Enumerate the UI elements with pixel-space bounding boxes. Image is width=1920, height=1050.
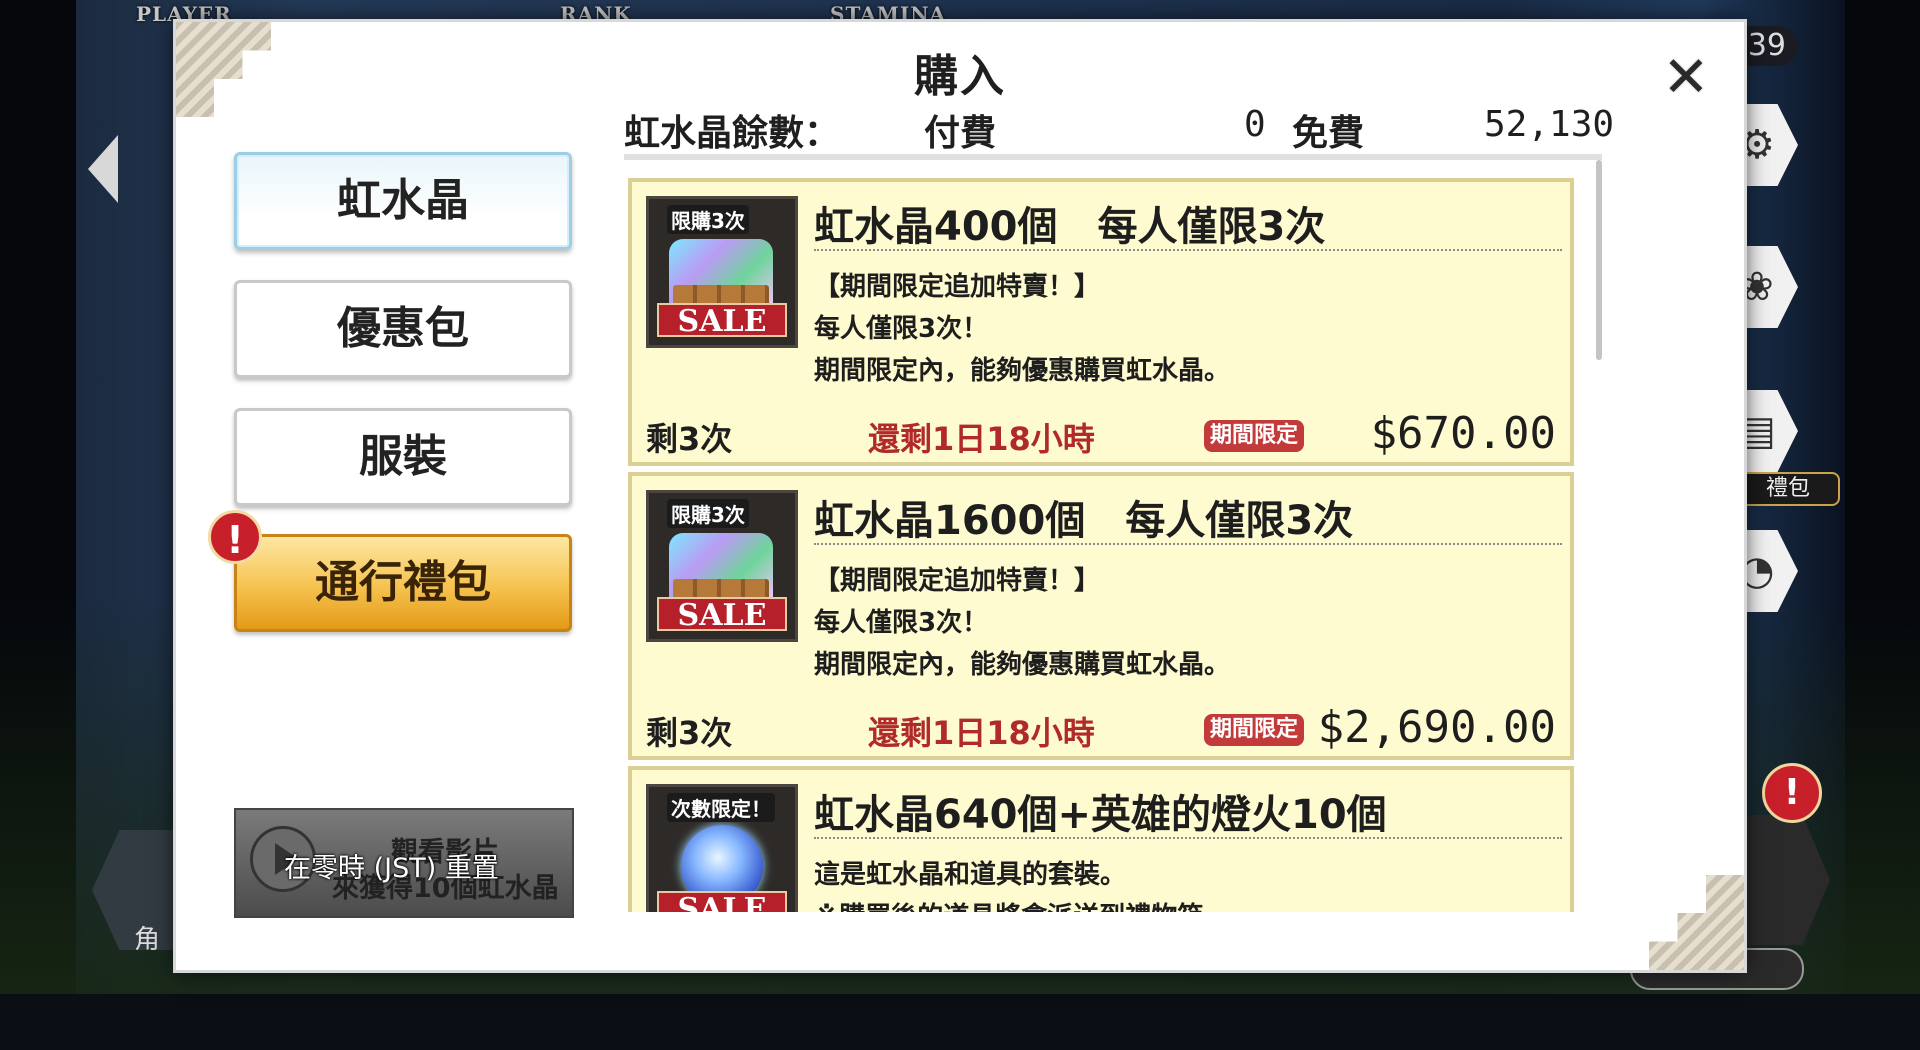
product-card[interactable]: 限購3次 SALE 虹水晶1600個 每人僅限3次 【期間限定追加特賣！】 每人… xyxy=(628,472,1574,760)
product-desc: 期間限定內，能夠優惠購買虹水晶。 xyxy=(814,356,1231,386)
free-label: 免費 xyxy=(1292,113,1365,154)
purchase-limit-tag: 限購3次 xyxy=(667,205,749,234)
list-scrollbar[interactable] xyxy=(1596,160,1602,360)
product-desc: 這是虹水晶和道具的套裝。 xyxy=(814,860,1127,890)
tab-costume[interactable]: 服裝 xyxy=(234,408,572,506)
remaining-count: 剩3次 xyxy=(646,420,733,458)
product-desc: 【期間限定追加特賣！】 xyxy=(814,272,1101,302)
reset-toast: 在零時 (JST) 重置 xyxy=(284,853,499,884)
product-name: 虹水晶1600個 每人僅限3次 xyxy=(814,498,1354,544)
limited-badge: 期間限定 xyxy=(1204,420,1305,452)
crystal-crate-icon xyxy=(669,239,773,315)
alert-icon: ! xyxy=(1762,763,1822,823)
purchase-limit-tag: 次數限定！ xyxy=(667,793,775,822)
crystal-chest-icon xyxy=(669,533,773,609)
sale-badge: SALE xyxy=(657,891,787,912)
divider xyxy=(814,543,1562,545)
time-remaining: 還剩1日18小時 xyxy=(868,714,1095,752)
close-icon[interactable]: ✕ xyxy=(1656,48,1716,108)
product-desc: 期間限定內，能夠優惠購買虹水晶。 xyxy=(814,650,1231,680)
product-name: 虹水晶640個+英雄的燈火10個 xyxy=(814,792,1387,838)
product-desc: 【期間限定追加特賣！】 xyxy=(814,566,1101,596)
dialog-title: 購入 xyxy=(914,51,1006,102)
paid-value: 0 xyxy=(1244,104,1266,145)
alert-icon: ! xyxy=(208,510,262,564)
product-desc: 每人僅限3次！ xyxy=(814,608,989,638)
sale-badge: SALE xyxy=(657,303,787,339)
free-value: 52,130 xyxy=(1484,104,1615,145)
product-thumbnail: 限購3次 SALE xyxy=(646,196,798,348)
tab-rainbow-crystal[interactable]: 虹水晶 xyxy=(234,152,572,250)
product-desc: ※購買後的道具將會派送到禮物箱 xyxy=(814,896,1203,912)
tab-pass[interactable]: 通行禮包 xyxy=(234,534,572,632)
product-thumbnail: 限購3次 SALE xyxy=(646,490,798,642)
limited-badge: 期間限定 xyxy=(1204,714,1305,746)
price-button[interactable]: $670.00 xyxy=(1371,408,1556,459)
product-name: 虹水晶400個 每人僅限3次 xyxy=(814,204,1326,250)
time-remaining: 還剩1日18小時 xyxy=(868,420,1095,458)
product-thumbnail: 次數限定！ SALE xyxy=(646,784,798,912)
product-card[interactable]: 限購3次 SALE 虹水晶400個 每人僅限3次 【期間限定追加特賣！】 每人僅… xyxy=(628,178,1574,466)
product-desc: 每人僅限3次！ xyxy=(814,314,989,344)
divider xyxy=(814,249,1562,251)
divider xyxy=(814,837,1562,839)
price-button[interactable]: $2,690.00 xyxy=(1318,702,1556,753)
sale-badge: SALE xyxy=(657,597,787,633)
purchase-limit-tag: 限購3次 xyxy=(667,499,749,528)
side-menu-label[interactable]: 禮包 xyxy=(1736,472,1840,506)
back-arrow-icon[interactable] xyxy=(88,135,118,203)
product-card[interactable]: 次數限定！ SALE 虹水晶640個+英雄的燈火10個 這是虹水晶和道具的套裝。… xyxy=(628,766,1574,912)
paid-label: 付費 xyxy=(924,113,997,154)
balance-label: 虹水晶餘數： xyxy=(624,113,841,154)
remaining-count: 剩3次 xyxy=(646,714,733,752)
tab-bundle[interactable]: 優惠包 xyxy=(234,280,572,378)
product-list[interactable]: 限購3次 SALE 虹水晶400個 每人僅限3次 【期間限定追加特賣！】 每人僅… xyxy=(624,154,1602,912)
